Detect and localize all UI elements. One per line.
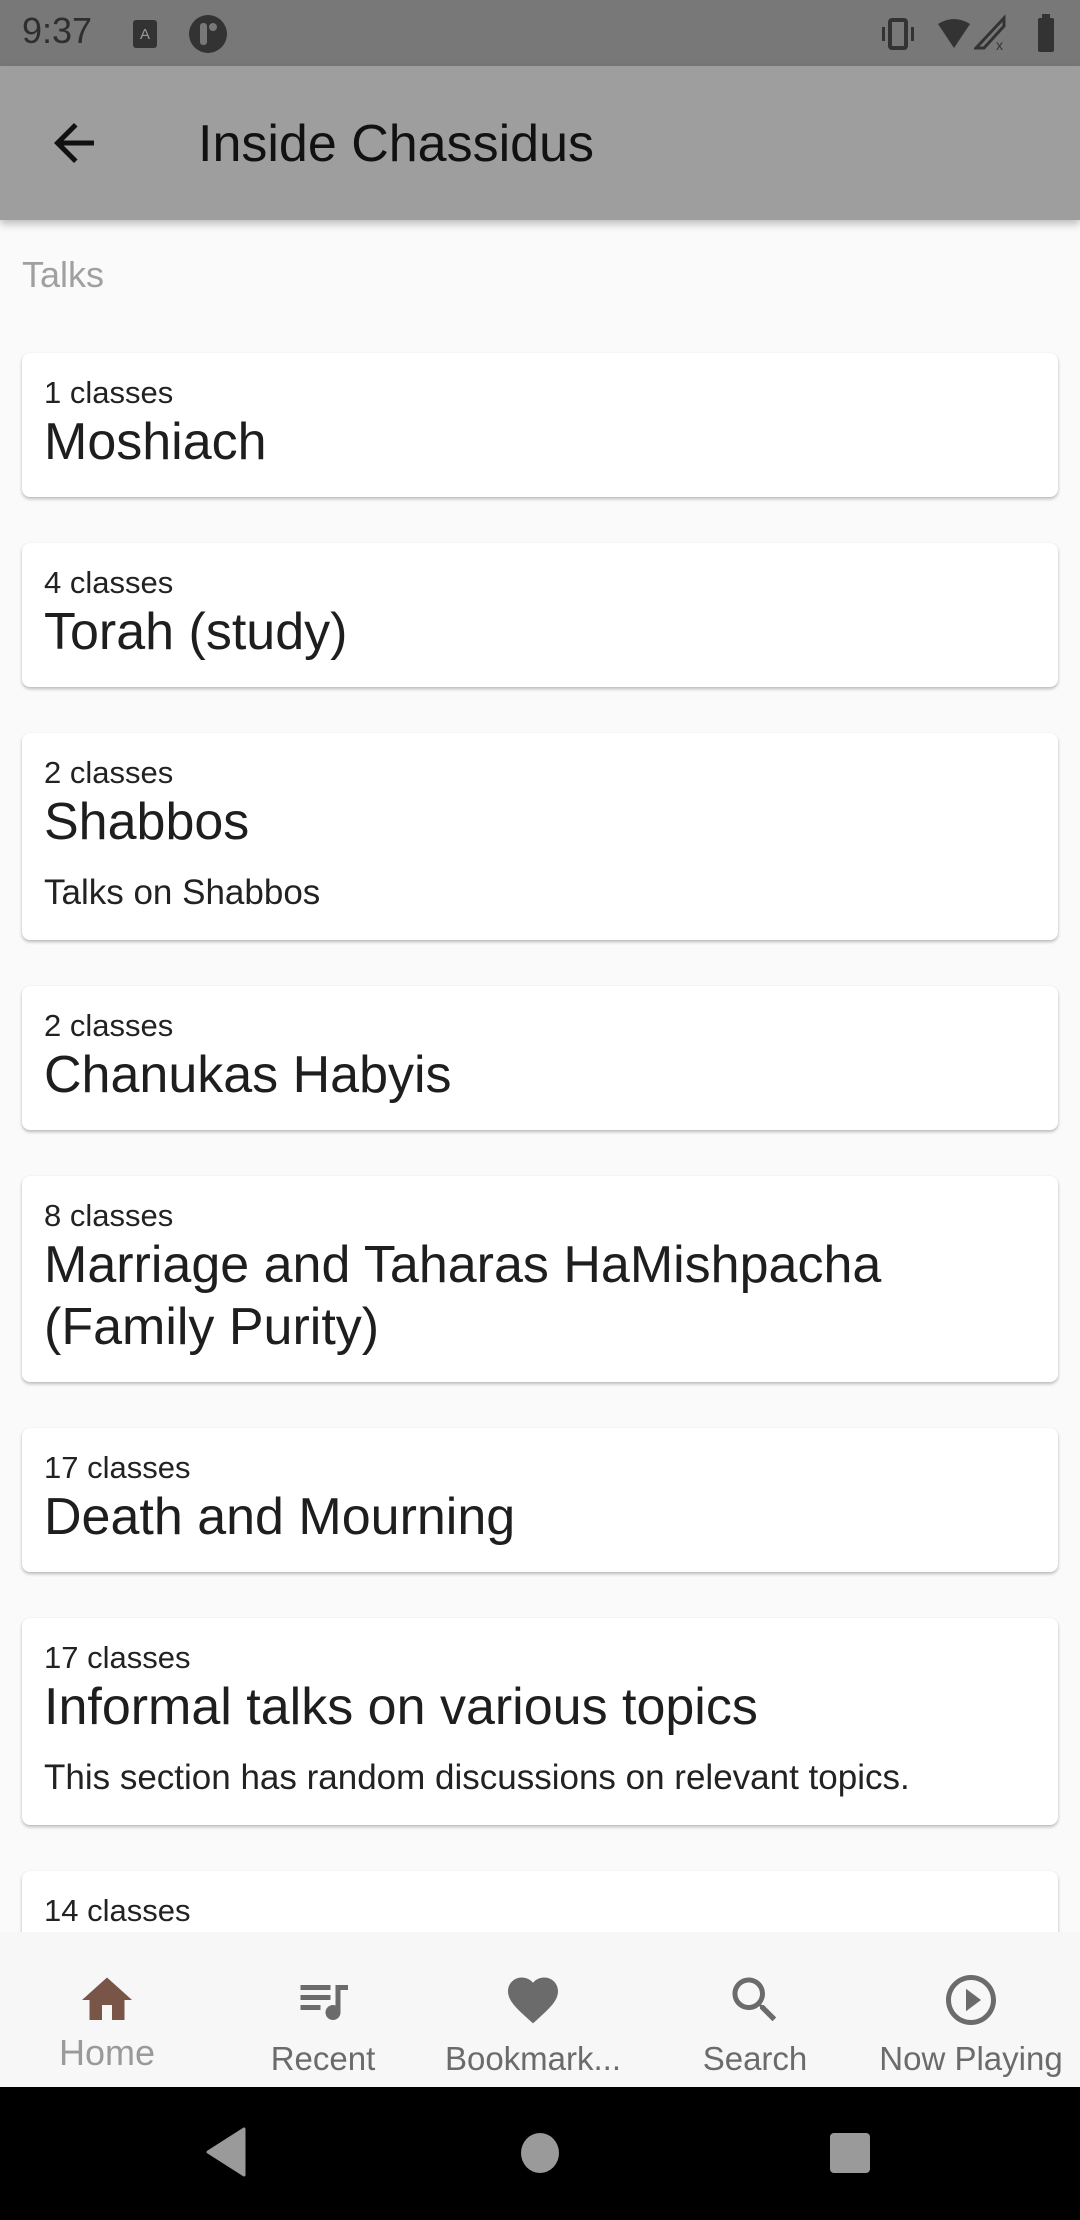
system-nav-bar — [0, 2087, 1080, 2220]
class-count: 17 classes — [44, 1640, 191, 1675]
nav-item-now-playing[interactable]: Now Playing — [871, 1932, 1071, 2087]
category-card[interactable]: 14 classes — [22, 1871, 1058, 1932]
category-card[interactable]: 8 classes Marriage and Taharas HaMishpac… — [22, 1176, 1058, 1382]
category-list[interactable]: Talks 1 classes Moshiach 4 classes Torah… — [0, 220, 1080, 1932]
notification-a-icon: A — [133, 20, 157, 48]
home-icon — [82, 1977, 132, 2020]
class-count: 2 classes — [44, 1008, 174, 1043]
arrow-left-icon[interactable] — [44, 113, 104, 173]
category-card[interactable]: 1 classes Moshiach — [22, 353, 1058, 497]
vibrate-icon — [882, 18, 914, 50]
nav-label: Recent — [270, 2040, 376, 2077]
section-label: Talks — [22, 254, 105, 295]
svg-text:A: A — [140, 26, 150, 43]
category-title: Informal talks on various topics — [44, 1678, 758, 1736]
nav-item-recent[interactable]: Recent — [223, 1932, 423, 2087]
nav-item-home[interactable]: Home — [7, 1932, 207, 2087]
wifi-icon — [938, 19, 970, 48]
search-icon — [732, 1977, 777, 2022]
class-count: 8 classes — [44, 1198, 174, 1233]
bottom-nav: Home Recent Bookmark... Search Now Playi… — [0, 1932, 1080, 2087]
battery-icon — [1038, 14, 1054, 52]
category-description: This section has random discussions on r… — [44, 1758, 910, 1797]
nav-label: Now Playing — [879, 2040, 1063, 2077]
class-count: 17 classes — [44, 1450, 191, 1485]
notification-app-icon — [189, 15, 227, 53]
category-card[interactable]: 2 classes Shabbos Talks on Shabbos — [22, 733, 1058, 940]
home-circle-icon[interactable] — [518, 2131, 562, 2175]
category-card[interactable]: 2 classes Chanukas Habyis — [22, 986, 1058, 1130]
status-bar: 9:37 A x — [0, 0, 1080, 66]
class-count: 1 classes — [44, 375, 174, 410]
category-description: Talks on Shabbos — [44, 873, 321, 912]
nav-label: Search — [702, 2040, 808, 2077]
nav-item-search[interactable]: Search — [655, 1932, 855, 2087]
class-count: 2 classes — [44, 755, 174, 790]
category-card[interactable]: 4 classes Torah (study) — [22, 543, 1058, 687]
recents-square-icon[interactable] — [828, 2131, 872, 2175]
svg-text:x: x — [996, 37, 1003, 52]
class-count: 4 classes — [44, 565, 174, 600]
category-title: Torah (study) — [44, 603, 348, 661]
nav-item-bookmarks[interactable]: Bookmark... — [433, 1932, 633, 2087]
play-circle-icon — [946, 1975, 996, 2025]
nav-label: Bookmark... — [444, 2040, 622, 2077]
category-title: Shabbos — [44, 793, 250, 851]
class-count: 14 classes — [44, 1893, 191, 1928]
signal-icon: x — [974, 14, 1006, 52]
category-card[interactable]: 17 classes Informal talks on various top… — [22, 1618, 1058, 1825]
category-title: Chanukas Habyis — [44, 1046, 452, 1104]
heart-icon — [508, 1977, 558, 2024]
category-title: Death and Mourning — [44, 1488, 516, 1546]
queue-music-icon — [300, 1985, 348, 2020]
status-time: 9:37 — [22, 10, 93, 51]
back-triangle-icon[interactable] — [204, 2127, 248, 2177]
page-title: Inside Chassidus — [198, 115, 594, 173]
category-card[interactable]: 17 classes Death and Mourning — [22, 1428, 1058, 1572]
category-title: Moshiach — [44, 413, 267, 471]
category-title: Marriage and Taharas HaMishpacha (Family… — [44, 1236, 882, 1356]
app-bar: Inside Chassidus — [0, 66, 1080, 220]
nav-label: Home — [58, 2032, 156, 2073]
